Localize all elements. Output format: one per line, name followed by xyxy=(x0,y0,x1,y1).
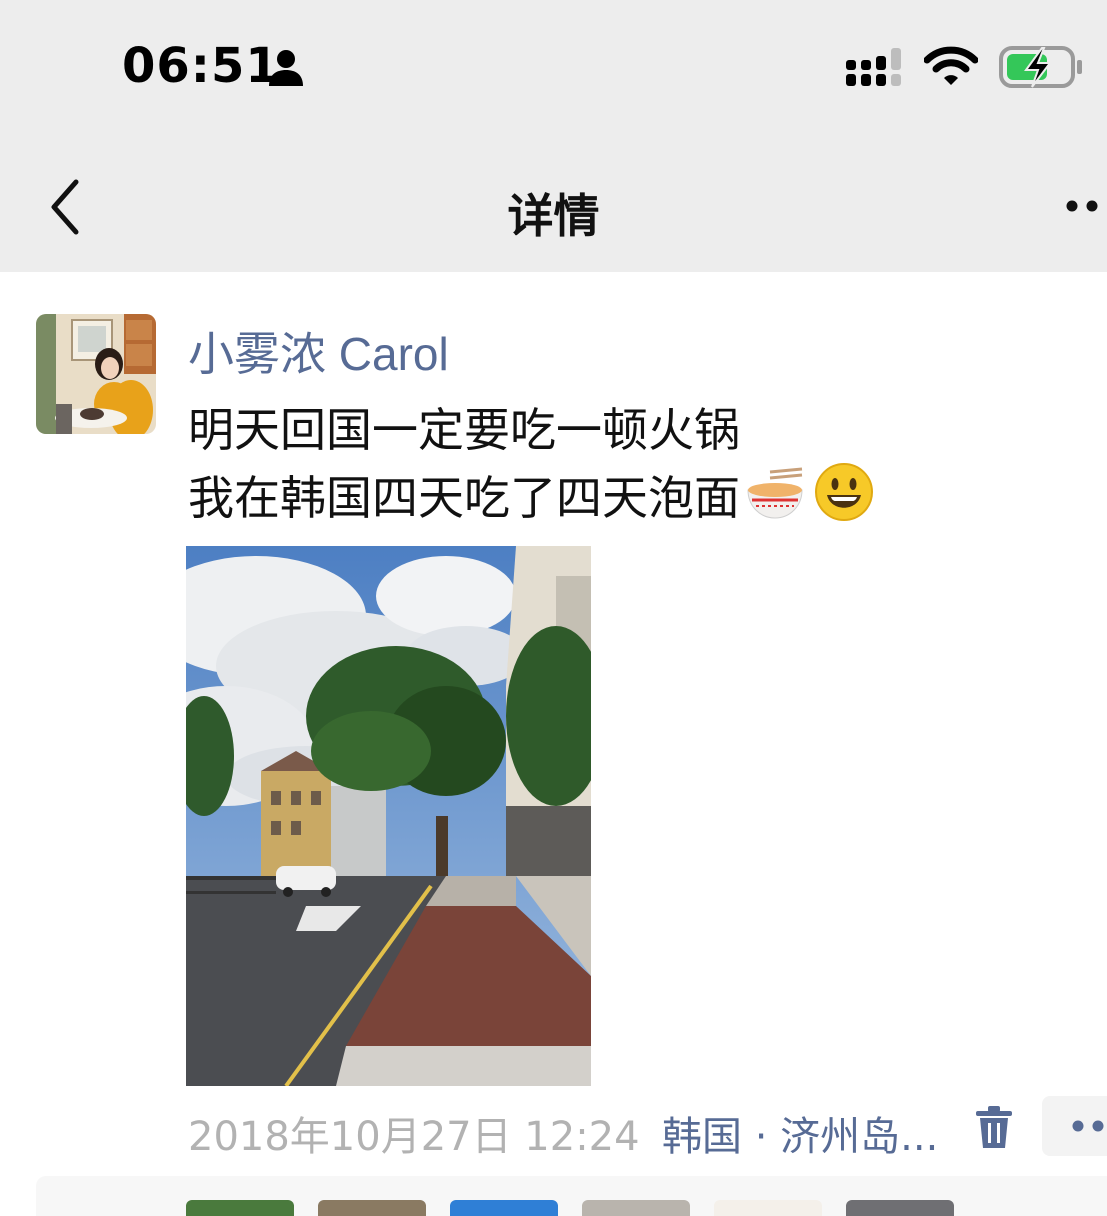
post-text-line: 明天回国一定要吃一顿火锅 xyxy=(188,403,740,457)
post-text-line: 我在韩国四天吃了四天泡面 xyxy=(188,471,740,525)
liker-avatar[interactable] xyxy=(582,1200,690,1216)
wifi-icon xyxy=(924,46,978,85)
noodle-bowl-emoji xyxy=(747,467,803,519)
liker-avatar[interactable] xyxy=(714,1200,822,1216)
navigation-bar: 详情 xyxy=(0,140,1107,272)
post-photo[interactable] xyxy=(186,546,591,1086)
author-name[interactable]: 小雾浓 Carol xyxy=(188,318,449,384)
smiley-emoji xyxy=(815,463,873,521)
cellular-signal-icon xyxy=(846,48,901,86)
page-title: 详情 xyxy=(507,189,600,243)
status-time: 06:51 xyxy=(122,38,280,94)
post-location[interactable]: 韩国 · 济州岛... xyxy=(662,1104,938,1162)
post-timestamp: 2018年10月27日 12:24 xyxy=(188,1114,640,1160)
battery-charging-icon xyxy=(999,46,1082,88)
liker-avatar[interactable] xyxy=(846,1200,954,1216)
more-options-icon[interactable] xyxy=(1062,196,1106,216)
ellipsis-icon xyxy=(1072,1120,1104,1132)
person-icon xyxy=(269,50,303,86)
moment-post: 小雾浓 Carol 明天回国一定要吃一顿火锅 我在韩国四天吃了四天泡面 2018… xyxy=(0,272,1107,1216)
status-bar: 06:51 xyxy=(0,0,1107,140)
likes-panel xyxy=(36,1176,1107,1216)
liker-avatar[interactable] xyxy=(186,1200,294,1216)
comment-like-button[interactable] xyxy=(1042,1096,1107,1156)
liker-avatar[interactable] xyxy=(450,1200,558,1216)
author-avatar[interactable] xyxy=(36,314,156,434)
post-text-line-with-emoji: 我在韩国四天吃了四天泡面 xyxy=(188,462,874,528)
liker-avatar[interactable] xyxy=(318,1200,426,1216)
trash-icon[interactable] xyxy=(974,1106,1014,1150)
